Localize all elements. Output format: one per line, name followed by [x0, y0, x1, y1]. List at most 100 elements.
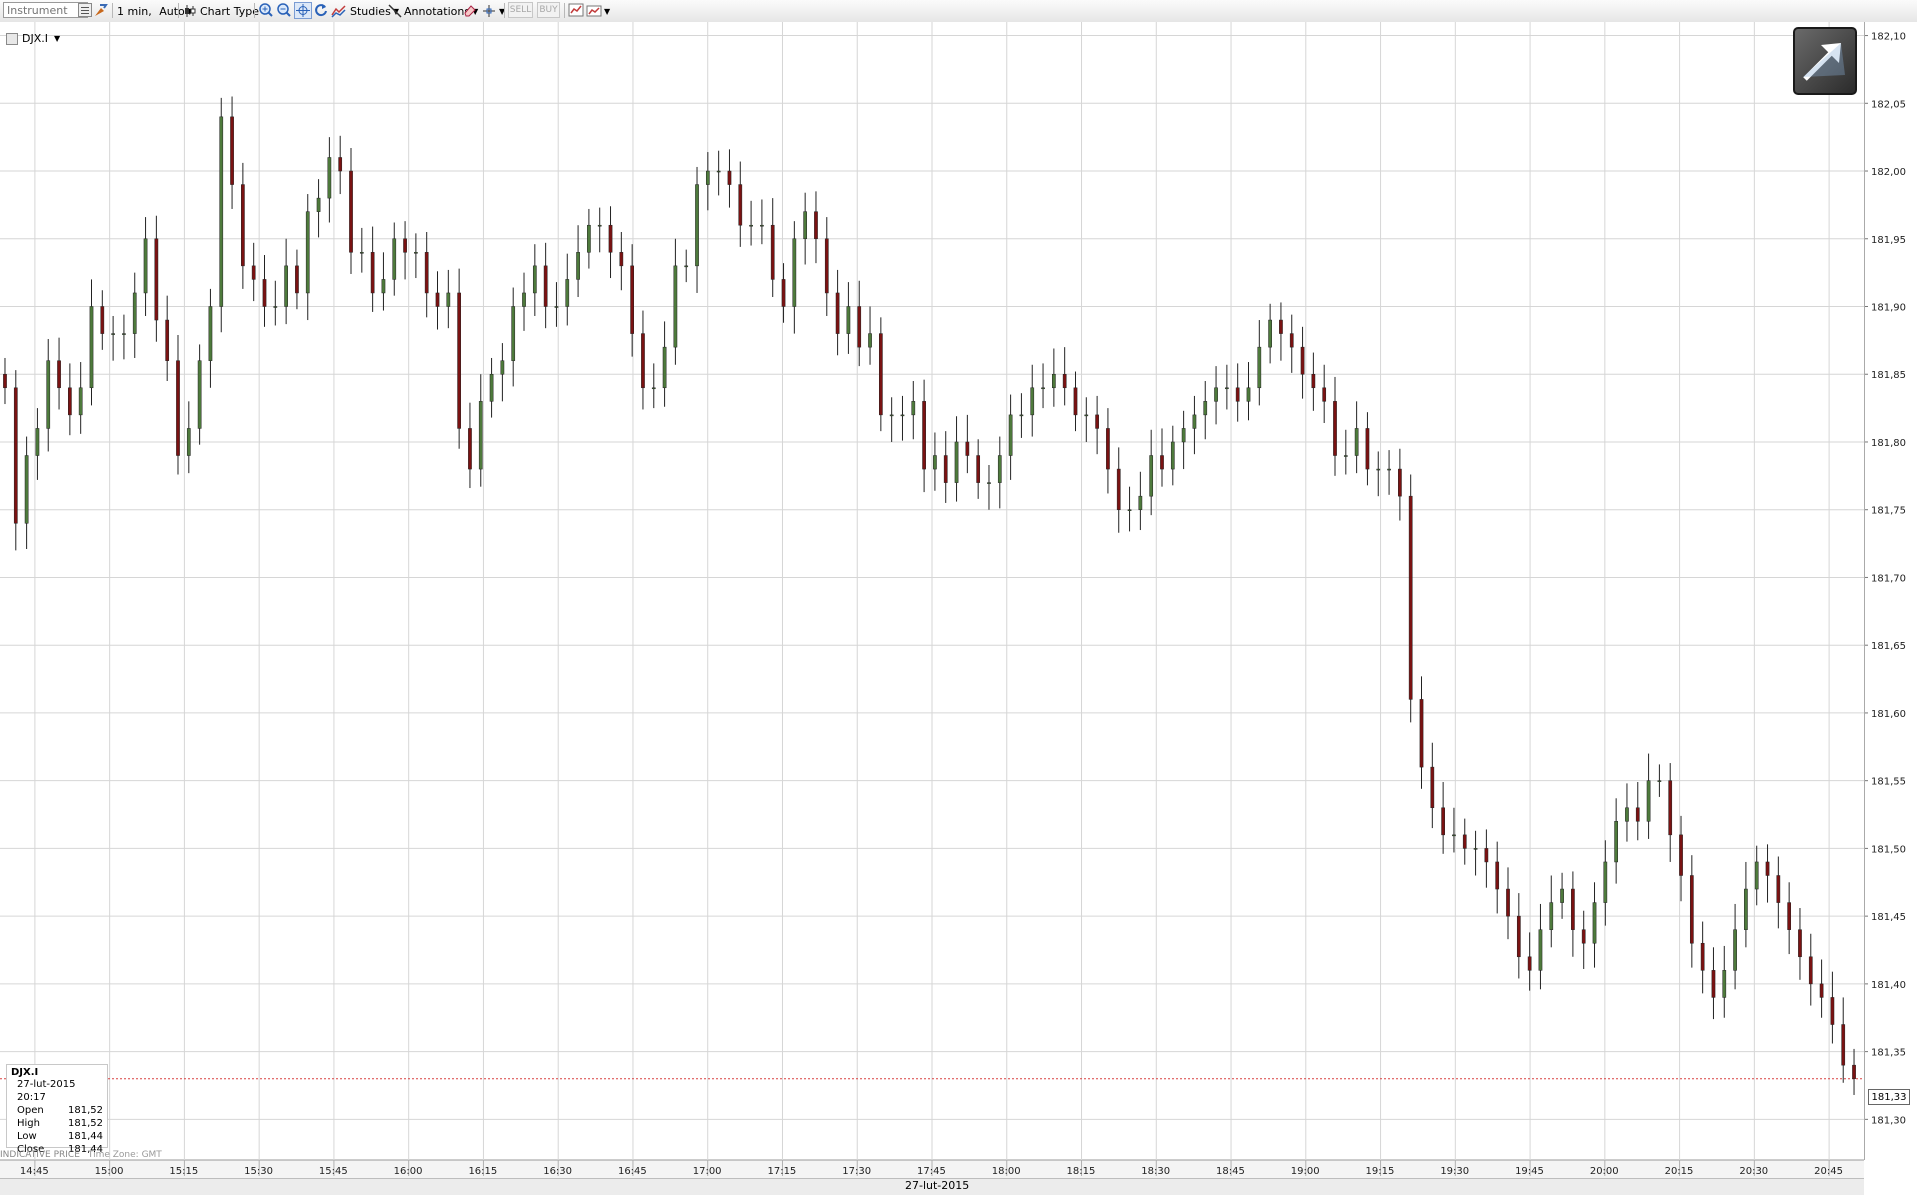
x-tick-label: 20:30 — [1739, 1166, 1768, 1177]
last-price-label: 181,33 — [1868, 1089, 1910, 1105]
candle-body — [1452, 834, 1456, 837]
candle-body — [1300, 346, 1305, 375]
candle-body — [24, 455, 29, 524]
candle-body — [1354, 428, 1359, 456]
candle-body — [662, 346, 667, 389]
y-tick-label: 181,35 — [1871, 1048, 1906, 1059]
candle-body — [1635, 807, 1640, 822]
y-tick-label: 181,95 — [1871, 235, 1906, 246]
info-symbol: DJX.I — [11, 1067, 39, 1078]
timezone-label: Time Zone: GMT — [87, 1150, 162, 1160]
candle-body — [338, 157, 343, 172]
zoom-out-icon[interactable] — [276, 2, 294, 19]
info-value: 181,52 — [68, 1118, 103, 1129]
y-tick-label: 181,50 — [1871, 844, 1906, 855]
candle-body — [1376, 468, 1381, 471]
candle-body — [1625, 807, 1629, 822]
crosshair-icon[interactable] — [294, 2, 312, 19]
y-tick-label: 181,90 — [1871, 303, 1906, 314]
x-tick-label: 17:15 — [767, 1166, 796, 1177]
export-menu[interactable]: ▼ — [586, 0, 610, 22]
candle-body — [1084, 414, 1089, 417]
candle-body — [35, 428, 40, 456]
interval-selector[interactable]: 1 min, Auto ▼ — [117, 0, 193, 22]
candle-body — [597, 224, 602, 227]
x-tick-label: 19:30 — [1440, 1166, 1469, 1177]
candle-body — [1830, 997, 1835, 1025]
candle-body — [1765, 861, 1770, 876]
candle-body — [933, 455, 937, 470]
candle-body — [511, 306, 516, 361]
candle-body — [1462, 834, 1467, 849]
price-chart[interactable]: 182,10 182,05 182,00 181,95 181,90 181,85 181,… — [0, 22, 1917, 1178]
chart-properties-icon[interactable] — [568, 2, 586, 19]
candle-body — [489, 373, 494, 402]
candle-body — [1592, 902, 1597, 944]
candle-body — [327, 157, 332, 199]
candle-body — [316, 197, 321, 212]
candle-body — [889, 414, 894, 417]
toolbar-separator — [254, 3, 255, 18]
candle-body — [900, 414, 905, 417]
candle-body — [630, 265, 634, 334]
eraser-icon[interactable] — [462, 2, 480, 19]
x-tick-label: 15:30 — [244, 1166, 273, 1177]
candle-body — [46, 360, 51, 429]
candle-body — [1062, 373, 1067, 389]
candle-body — [565, 279, 570, 307]
zoom-in-icon[interactable] — [258, 2, 276, 19]
candle-body — [1257, 346, 1262, 389]
candle-body — [1203, 401, 1208, 416]
candle-body — [176, 360, 180, 456]
y-tick-label: 181,80 — [1871, 438, 1906, 449]
candle-body — [349, 170, 353, 253]
symbol-selector[interactable]: DJX.I ▼ — [6, 32, 60, 45]
candle-body — [1744, 888, 1748, 930]
x-tick-label: 20:15 — [1665, 1166, 1694, 1177]
info-value: 181,44 — [68, 1131, 103, 1142]
candle-body — [684, 265, 689, 268]
interval-label: 1 min, — [117, 4, 152, 18]
info-row-high: High 181,52 — [11, 1117, 103, 1130]
buy-button[interactable]: BUY — [537, 2, 560, 18]
candle-body — [1106, 428, 1110, 470]
candle-body — [554, 306, 559, 308]
candle-body — [954, 441, 959, 483]
refresh-icon[interactable] — [313, 2, 331, 19]
candle-body — [1646, 780, 1651, 822]
candle-body — [1419, 699, 1424, 768]
candle-body — [641, 333, 645, 389]
candle-body — [1019, 414, 1024, 417]
info-row-open: Open 181,52 — [11, 1104, 103, 1117]
candle-body — [922, 401, 926, 470]
candle-body — [1246, 387, 1251, 402]
candle-body — [770, 224, 775, 280]
candle-body — [446, 292, 451, 307]
tools-icon[interactable] — [92, 2, 110, 19]
candle-body — [1192, 414, 1197, 429]
studies-icon — [331, 5, 346, 18]
sell-button[interactable]: SELL — [508, 2, 533, 18]
candle-body — [1095, 414, 1099, 429]
annotations-label: Annotations — [404, 4, 471, 18]
candle-body — [835, 292, 840, 334]
candle-body — [760, 224, 764, 227]
candle-body — [273, 306, 278, 308]
candle-body — [1700, 942, 1705, 971]
auto-label: Auto — [159, 4, 185, 18]
x-tick-label: 18:30 — [1141, 1166, 1170, 1177]
candle-body — [1322, 387, 1327, 402]
x-tick-label: 18:00 — [992, 1166, 1021, 1177]
candle-body — [651, 387, 656, 390]
candle-body — [284, 265, 288, 307]
toolbar: 1 min, Auto ▼ Chart Type ▼ Studies ▼ Ann… — [0, 0, 1917, 23]
drawing-tools-menu[interactable]: ▼ — [481, 0, 505, 22]
candle-body — [468, 428, 472, 470]
candle-body — [846, 306, 851, 334]
instrument-input[interactable] — [3, 2, 88, 18]
candle-body — [814, 211, 818, 240]
toolbar-separator — [112, 3, 113, 18]
candle-body — [965, 441, 970, 456]
x-tick-label: 17:00 — [693, 1166, 722, 1177]
info-label: High — [17, 1118, 40, 1129]
